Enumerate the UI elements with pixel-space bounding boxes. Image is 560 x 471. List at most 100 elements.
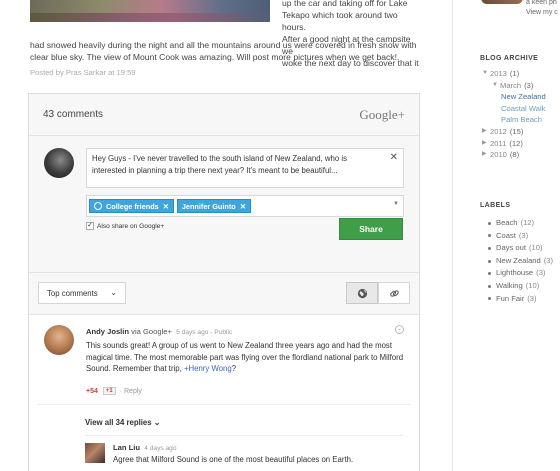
circle-icon bbox=[94, 202, 102, 210]
comment-meta: 5 days ago - Public bbox=[176, 329, 233, 336]
reply-author[interactable]: Lan Liu bbox=[113, 443, 140, 452]
avatar[interactable] bbox=[85, 443, 105, 463]
collapsed-arrow-icon[interactable]: ▶ bbox=[482, 149, 490, 161]
also-share-label: Also share on Google+ bbox=[97, 222, 165, 230]
archive-count: (15) bbox=[509, 126, 524, 136]
comment-actions: +54 +1 · Reply bbox=[86, 387, 142, 395]
label-item[interactable]: New Zealand (3) bbox=[488, 255, 553, 268]
bullet bbox=[488, 221, 491, 225]
label-name[interactable]: Days out bbox=[496, 242, 526, 255]
remove-chip-icon[interactable]: ✕ bbox=[163, 202, 169, 211]
sort-selected-label: Top comments bbox=[47, 288, 98, 298]
label-name[interactable]: Lighthouse bbox=[496, 267, 533, 280]
collapsed-arrow-icon[interactable]: ▶ bbox=[482, 138, 490, 150]
archive-label[interactable]: 2011 bbox=[490, 138, 506, 150]
archive-label[interactable]: Coastal Walk bbox=[501, 103, 545, 115]
divider bbox=[85, 435, 403, 436]
archive-year-2012[interactable]: ▶ 2012 (15) bbox=[482, 126, 546, 138]
also-share-option[interactable]: ✓ Also share on Google+ bbox=[86, 222, 164, 230]
dropdown-arrow-icon[interactable]: ▼ bbox=[393, 201, 399, 207]
label-item[interactable]: Lighthouse (3) bbox=[488, 267, 553, 280]
archive-count: (12) bbox=[509, 138, 523, 148]
right-sidebar: a keen ph View my c BLOG ARCHIVE ▼ 2013 … bbox=[452, 0, 560, 471]
label-item[interactable]: Walking (10) bbox=[488, 280, 553, 293]
label-name[interactable]: New Zealand bbox=[496, 255, 541, 268]
label-item[interactable]: Fun Fair (3) bbox=[488, 293, 553, 306]
view-all-replies-link[interactable]: View all 34 replies ⌄ bbox=[85, 418, 160, 427]
archive-year-2010[interactable]: ▶ 2010 (8) bbox=[482, 149, 546, 161]
close-icon[interactable]: ✕ bbox=[390, 152, 398, 164]
label-count: (10) bbox=[525, 280, 540, 290]
reply-body: Agree that Milford Sound is one of the m… bbox=[113, 455, 354, 464]
archive-label[interactable]: March bbox=[500, 80, 521, 92]
current-user-avatar bbox=[44, 148, 74, 178]
comment-menu-icon[interactable]: ⌄ bbox=[395, 325, 404, 334]
blog-archive: ▼ 2013 (1) ▼ March (3) New Zealand Coast… bbox=[482, 68, 546, 161]
archive-count: (3) bbox=[524, 80, 534, 90]
label-name[interactable]: Walking bbox=[496, 280, 523, 293]
collapsed-arrow-icon[interactable]: ▶ bbox=[482, 126, 490, 138]
archive-label[interactable]: 2013 bbox=[490, 68, 507, 80]
label-item[interactable]: Beach (12) bbox=[488, 217, 553, 230]
chevron-down-icon: ⌄ bbox=[110, 288, 117, 297]
labels-list: Beach (12) Coast (3) Days out (10) New Zeal… bbox=[488, 217, 553, 305]
bullet bbox=[488, 246, 491, 250]
archive-label[interactable]: New Zealand bbox=[501, 91, 546, 103]
comment-header: Andy Joslin via Google+ 5 days ago - Pub… bbox=[86, 327, 232, 336]
post-line: had snowed heavily during the night and … bbox=[30, 40, 417, 50]
reply-meta: 4 days ago bbox=[144, 445, 177, 452]
archive-label[interactable]: 2012 bbox=[490, 126, 507, 138]
sort-dropdown[interactable]: Top comments ⌄ bbox=[38, 282, 126, 304]
comment-text-end: ? bbox=[231, 364, 237, 373]
checkbox-checked-icon[interactable]: ✓ bbox=[86, 222, 94, 230]
post-byline[interactable]: Posted by Pras Sarkar at 19:59 bbox=[30, 68, 136, 77]
label-name[interactable]: Fun Fair bbox=[496, 293, 524, 306]
archive-post-new-zealand[interactable]: New Zealand bbox=[482, 91, 546, 103]
circle-chip-college-friends[interactable]: College friends ✕ bbox=[89, 199, 174, 213]
share-button[interactable]: Share bbox=[339, 218, 403, 240]
label-count: (3) bbox=[536, 268, 546, 278]
comment-author[interactable]: Andy Joslin bbox=[86, 327, 129, 336]
mention-link[interactable]: +Henry Wong bbox=[184, 364, 232, 373]
bullet bbox=[488, 272, 491, 276]
label-name[interactable]: Beach bbox=[496, 217, 518, 230]
label-item[interactable]: Coast (3) bbox=[488, 230, 553, 243]
view-profile-link[interactable]: View my c bbox=[526, 8, 558, 18]
archive-label[interactable]: Palm Beach bbox=[501, 114, 542, 126]
view-toggle bbox=[346, 282, 410, 304]
remove-chip-icon[interactable]: ✕ bbox=[240, 202, 246, 211]
label-count: (3) bbox=[543, 255, 554, 265]
link-icon[interactable] bbox=[378, 282, 410, 304]
expanded-arrow-icon[interactable]: ▼ bbox=[482, 68, 490, 80]
label-name[interactable]: Coast bbox=[496, 230, 516, 243]
comment-count: 43 comments bbox=[43, 109, 104, 120]
person-chip-jennifer-guinto[interactable]: Jennifer Guinto ✕ bbox=[176, 199, 251, 213]
expanded-arrow-icon[interactable]: ▼ bbox=[492, 80, 500, 92]
archive-post-palm-beach[interactable]: Palm Beach bbox=[482, 114, 546, 126]
label-count: (3) bbox=[518, 230, 529, 240]
label-count: (12) bbox=[520, 218, 535, 227]
comments-header: 43 comments Google+ bbox=[29, 94, 419, 136]
comment-body: This sounds great! A group of us went to… bbox=[86, 340, 406, 375]
archive-post-coastal-walk[interactable]: Coastal Walk bbox=[482, 103, 546, 115]
profile-photo[interactable] bbox=[481, 0, 523, 4]
chip-label: Jennifer Guinto bbox=[181, 201, 236, 211]
archive-year-2011[interactable]: ▶ 2011 (12) bbox=[482, 138, 546, 150]
archive-label[interactable]: 2010 bbox=[490, 149, 507, 161]
bullet bbox=[488, 284, 491, 288]
archive-year-2013[interactable]: ▼ 2013 (1) bbox=[482, 68, 546, 80]
archive-month-march[interactable]: ▼ March (3) bbox=[482, 80, 546, 92]
reply-link[interactable]: Reply bbox=[124, 388, 142, 395]
share-with-field[interactable]: College friends ✕ Jennifer Guinto ✕ ▼ bbox=[86, 195, 404, 217]
bullet bbox=[488, 297, 491, 301]
plus-one-button[interactable]: +1 bbox=[102, 387, 116, 395]
post-line: Tekapo which took around two hours. bbox=[282, 10, 398, 32]
globe-icon[interactable] bbox=[346, 282, 378, 304]
post-photo[interactable] bbox=[30, 0, 270, 22]
label-item[interactable]: Days out (10) bbox=[488, 242, 553, 255]
blog-archive-heading: BLOG ARCHIVE bbox=[480, 55, 539, 62]
comment-textbox[interactable]: Hey Guys - I've never travelled to the s… bbox=[86, 148, 404, 188]
archive-count: (8) bbox=[509, 150, 520, 160]
post-line: clear blue sky. The view of Mount Cook w… bbox=[30, 52, 400, 62]
avatar[interactable] bbox=[44, 325, 74, 355]
